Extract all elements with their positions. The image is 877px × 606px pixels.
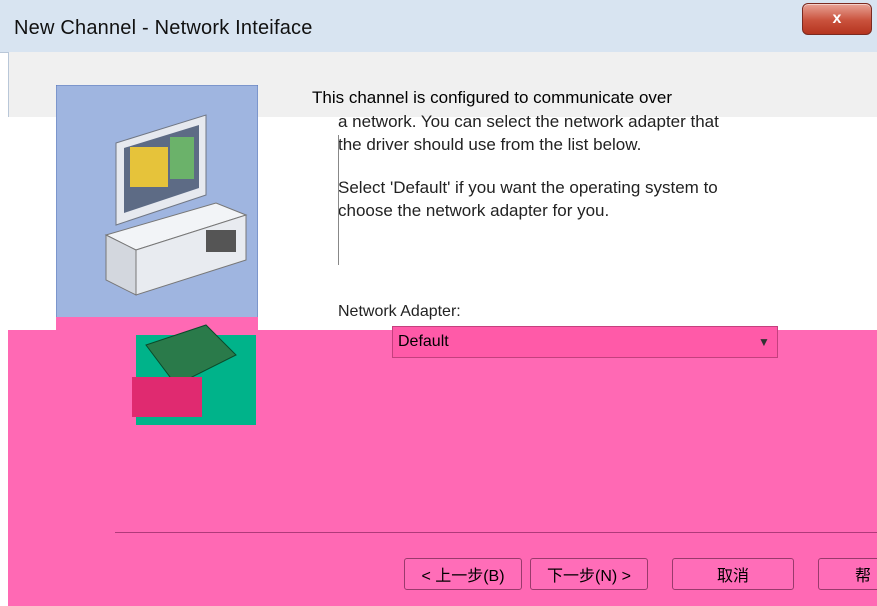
description-line-2: a network. You can select the network ad… <box>338 112 719 154</box>
network-adapter-label: Network Adapter: <box>338 303 461 320</box>
back-button[interactable]: < 上一步(B) <box>404 558 522 590</box>
chevron-down-icon[interactable]: ▼ <box>758 335 770 349</box>
computer-illustration-icon <box>56 85 258 445</box>
description-line-1: This channel is configured to communicat… <box>312 88 673 107</box>
button-separator <box>115 532 877 533</box>
cancel-button[interactable]: 取消 <box>672 558 794 590</box>
description-line-3: Select 'Default' if you want the operati… <box>338 178 718 220</box>
window-title: New Channel - Network Inteiface <box>14 17 313 39</box>
help-button[interactable]: 帮 <box>818 558 877 590</box>
divider <box>338 135 339 265</box>
close-icon: x <box>832 10 842 27</box>
network-adapter-select[interactable] <box>392 326 778 358</box>
close-button[interactable]: x <box>802 3 872 35</box>
network-adapter-value: Default <box>398 333 449 350</box>
next-button[interactable]: 下一步(N) > <box>530 558 648 590</box>
